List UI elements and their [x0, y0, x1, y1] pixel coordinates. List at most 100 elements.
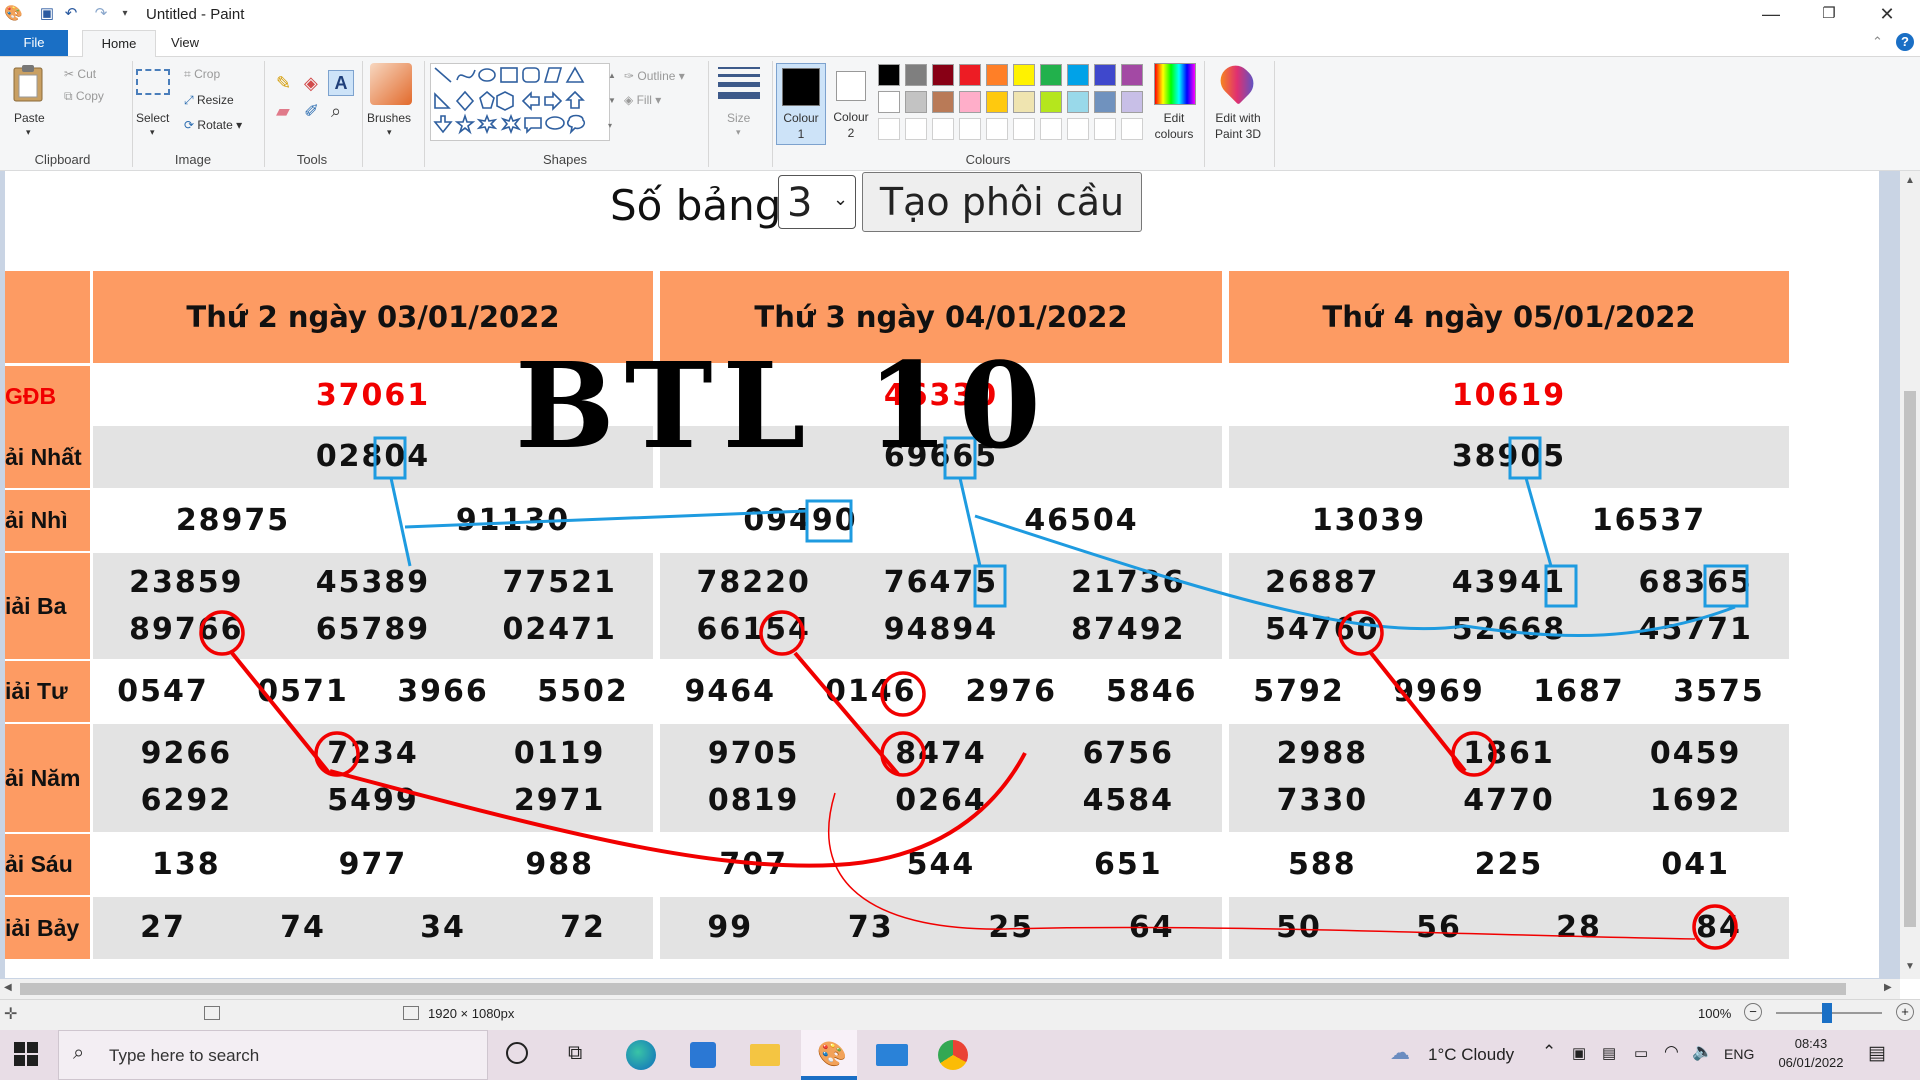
palette-swatch[interactable]	[959, 91, 981, 113]
colour1-button[interactable]: Colour 1	[776, 63, 826, 145]
collapse-ribbon-icon[interactable]: ⌃	[1872, 34, 1883, 50]
zoom-out-button[interactable]: −	[1744, 1003, 1762, 1021]
palette-swatch[interactable]	[1013, 64, 1035, 86]
drawing-canvas[interactable]: Số bảng 3 ⌄ Tạo phôi cầu GĐB ải Nhất ải Nh…	[5, 171, 1879, 978]
save-icon[interactable]: ▣	[38, 5, 56, 23]
palette-swatch[interactable]	[1040, 64, 1062, 86]
redo-icon[interactable]: ↷	[92, 5, 110, 23]
cortana-icon[interactable]	[506, 1042, 528, 1064]
file-explorer-icon[interactable]	[750, 1044, 780, 1066]
edge-browser-icon[interactable]	[626, 1040, 656, 1070]
volume-icon[interactable]: 🔈	[1692, 1042, 1713, 1062]
palette-swatch[interactable]	[1067, 91, 1089, 113]
palette-swatch[interactable]	[959, 118, 981, 140]
size-label[interactable]: Size	[727, 111, 750, 125]
pencil-icon[interactable]: ✎	[276, 73, 291, 94]
palette-swatch[interactable]	[932, 118, 954, 140]
palette-swatch[interactable]	[1094, 64, 1116, 86]
select-icon[interactable]	[136, 69, 170, 95]
zoom-slider-thumb[interactable]	[1822, 1003, 1832, 1023]
brushes-icon[interactable]	[370, 63, 412, 105]
color-picker-icon[interactable]: ✐	[304, 101, 319, 122]
show-hidden-icons-icon[interactable]: ⌃	[1542, 1042, 1556, 1062]
palette-swatch[interactable]	[1040, 91, 1062, 113]
microsoft-store-icon[interactable]	[690, 1042, 716, 1068]
paint-taskbar-button[interactable]: 🎨	[801, 1030, 857, 1080]
palette-swatch[interactable]	[1121, 91, 1143, 113]
paste-label[interactable]: Paste	[14, 111, 45, 125]
palette-swatch[interactable]	[959, 64, 981, 86]
windows-start-icon[interactable]	[14, 1042, 38, 1066]
brushes-dropdown-icon[interactable]: ▾	[387, 127, 392, 138]
minimize-button[interactable]: —	[1748, 0, 1794, 30]
vertical-scrollbar[interactable]: ▲ ▼	[1900, 171, 1920, 979]
select-label[interactable]: Select	[136, 111, 169, 125]
copy-button[interactable]: ⧉ Copy	[64, 89, 104, 104]
customize-quick-access-icon[interactable]: ▾	[116, 5, 134, 23]
undo-icon[interactable]: ↶	[62, 5, 80, 23]
palette-swatch[interactable]	[1013, 91, 1035, 113]
tab-home[interactable]: Home	[82, 30, 156, 57]
horizontal-scrollbar[interactable]: ◀ ▶	[0, 979, 1900, 999]
palette-swatch[interactable]	[932, 91, 954, 113]
scroll-right-icon[interactable]: ▶	[1884, 982, 1892, 993]
palette-swatch[interactable]	[905, 91, 927, 113]
scroll-up-icon[interactable]: ▲	[1905, 175, 1915, 186]
chrome-icon[interactable]	[938, 1040, 968, 1070]
eraser-icon[interactable]: ▰	[276, 101, 290, 122]
rotate-button[interactable]: ⟳ Rotate ▾	[184, 118, 242, 132]
paste-button[interactable]	[10, 63, 50, 103]
input-language[interactable]: ENG	[1724, 1046, 1754, 1062]
edit-colours-icon[interactable]	[1154, 63, 1196, 105]
task-view-icon[interactable]: ⧉	[568, 1042, 582, 1065]
select-dropdown-icon[interactable]: ▾	[150, 127, 155, 138]
shapes-scroll-icon[interactable]: ▲ ▼ ▾	[608, 63, 618, 139]
paste-dropdown-icon[interactable]: ▾	[26, 127, 31, 138]
palette-swatch[interactable]	[1040, 118, 1062, 140]
palette-swatch[interactable]	[1121, 118, 1143, 140]
resize-button[interactable]: ⤢ Resize	[184, 93, 234, 108]
help-icon[interactable]: ?	[1896, 33, 1914, 51]
palette-swatch[interactable]	[1013, 118, 1035, 140]
palette-swatch[interactable]	[1094, 118, 1116, 140]
palette-swatch[interactable]	[986, 64, 1008, 86]
device-icon[interactable]: ▣	[1572, 1044, 1586, 1062]
notifications-icon[interactable]: ▤	[1868, 1042, 1886, 1065]
restore-button[interactable]: ❐	[1806, 0, 1852, 30]
magnifier-icon[interactable]: ⌕	[331, 101, 341, 122]
weather-text[interactable]: 1°C Cloudy	[1428, 1045, 1514, 1065]
palette-swatch[interactable]	[905, 118, 927, 140]
palette-swatch[interactable]	[878, 118, 900, 140]
palette-swatch[interactable]	[1094, 91, 1116, 113]
clock[interactable]: 08:43 06/01/2022	[1770, 1036, 1852, 1070]
paint3d-icon[interactable]	[1214, 59, 1260, 105]
palette-swatch[interactable]	[932, 64, 954, 86]
cut-button[interactable]: ✂ Cut	[64, 67, 96, 81]
palette-swatch[interactable]	[878, 91, 900, 113]
fill-bucket-icon[interactable]: ◈	[304, 73, 318, 94]
text-tool-icon[interactable]: A	[328, 70, 354, 96]
scroll-down-icon[interactable]: ▼	[1905, 961, 1915, 972]
crop-button[interactable]: ⌗ Crop	[184, 67, 220, 82]
wifi-icon[interactable]: ◠	[1664, 1042, 1679, 1062]
size-icon[interactable]	[718, 67, 760, 99]
palette-swatch[interactable]	[986, 118, 1008, 140]
edit-with-paint3d-button[interactable]: Edit with Paint 3D	[1208, 110, 1268, 142]
battery-icon[interactable]: ▭	[1634, 1044, 1648, 1062]
palette-swatch[interactable]	[1067, 118, 1089, 140]
palette-swatch[interactable]	[1067, 64, 1089, 86]
zoom-in-button[interactable]: +	[1896, 1003, 1914, 1021]
close-button[interactable]: ✕	[1864, 0, 1910, 30]
shapes-gallery[interactable]	[430, 63, 610, 141]
palette-swatch[interactable]	[1121, 64, 1143, 86]
brushes-label[interactable]: Brushes	[367, 111, 411, 125]
tab-view[interactable]: View	[155, 30, 215, 56]
display-icon[interactable]: ▤	[1602, 1044, 1616, 1062]
size-dropdown-icon[interactable]: ▾	[736, 127, 741, 138]
scroll-left-icon[interactable]: ◀	[4, 982, 12, 993]
mail-icon[interactable]	[876, 1044, 908, 1066]
palette-swatch[interactable]	[986, 91, 1008, 113]
taskbar-search-box[interactable]: ⌕ Type here to search	[58, 1030, 488, 1080]
palette-swatch[interactable]	[878, 64, 900, 86]
tab-file[interactable]: File	[0, 30, 68, 56]
